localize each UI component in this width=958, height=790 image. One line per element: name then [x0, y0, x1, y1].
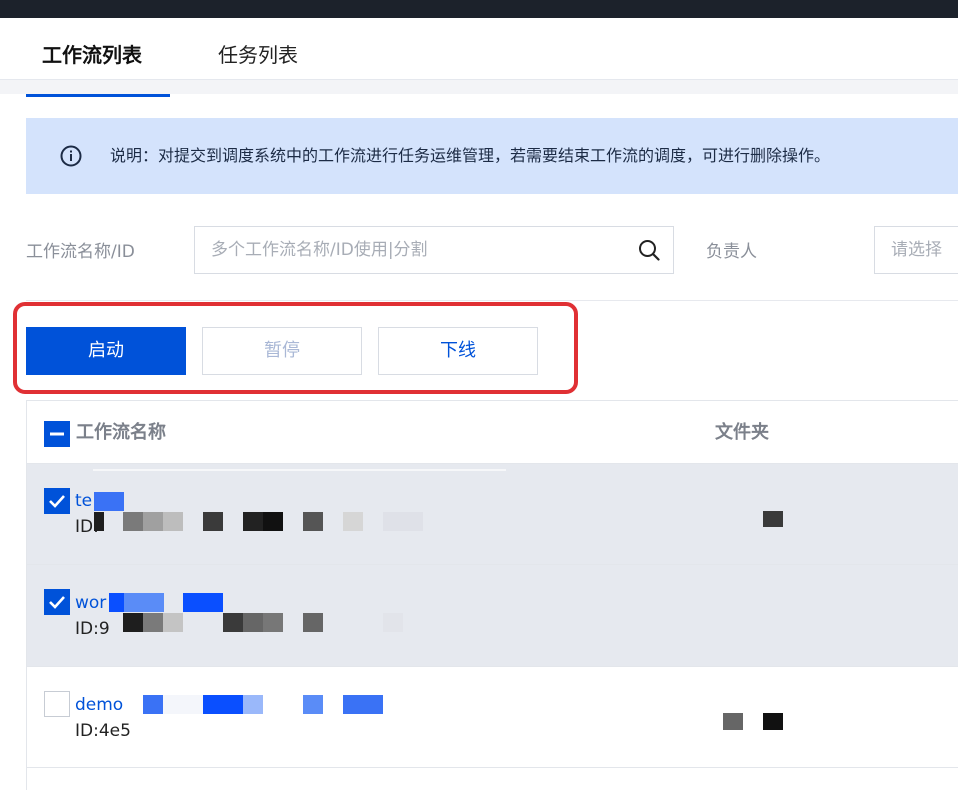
owner-filter-label: 负责人	[706, 242, 757, 262]
table-row[interactable]: demo ID:4e5	[27, 667, 958, 768]
indeterminate-icon	[50, 432, 64, 436]
workflow-id: ID:4e5	[75, 721, 131, 741]
row-checkbox[interactable]	[44, 488, 70, 514]
page-tabs: 工作流列表 任务列表	[0, 18, 958, 97]
tab-task-list[interactable]: 任务列表	[218, 18, 298, 80]
row-top-line	[93, 469, 506, 471]
table-row[interactable]: te ID:	[27, 464, 958, 565]
filter-divider	[26, 300, 958, 301]
notice-text: 说明：对提交到调度系统中的工作流进行任务运维管理，若需要结束工作流的调度，可进行…	[110, 146, 831, 165]
search-icon[interactable]	[637, 238, 661, 262]
column-header-folder: 文件夹	[715, 422, 769, 443]
owner-select[interactable]: 请选择	[874, 226, 958, 274]
table-row[interactable]: wor ID:9	[27, 565, 958, 667]
top-nav-bar	[0, 0, 958, 18]
check-icon	[49, 596, 65, 609]
owner-select-placeholder: 请选择	[891, 240, 942, 260]
active-tab-indicator	[26, 94, 170, 97]
info-notice: 说明：对提交到调度系统中的工作流进行任务运维管理，若需要结束工作流的调度，可进行…	[26, 118, 958, 194]
workflow-search-box	[194, 226, 674, 274]
tab-workflow-list[interactable]: 工作流列表	[42, 18, 142, 80]
workflow-name-link[interactable]: te	[75, 489, 92, 513]
table-header: 工作流名称 文件夹	[27, 401, 958, 464]
row-checkbox[interactable]	[44, 589, 70, 615]
info-circle-icon	[60, 145, 82, 167]
workflow-name-link[interactable]: demo	[75, 693, 123, 717]
workflow-table: 工作流名称 文件夹 te ID: wor ID:9 demo ID:4e5	[26, 400, 958, 790]
pause-button[interactable]: 暂停	[202, 327, 362, 375]
start-button[interactable]: 启动	[26, 327, 186, 375]
select-all-checkbox[interactable]	[44, 421, 70, 447]
offline-button[interactable]: 下线	[378, 327, 538, 375]
workflow-name-filter-label: 工作流名称/ID	[26, 242, 135, 262]
workflow-name-link[interactable]: wor	[75, 591, 106, 615]
workflow-id: ID:9	[75, 619, 110, 639]
row-checkbox[interactable]	[44, 691, 70, 717]
check-icon	[49, 495, 65, 508]
column-header-workflow-name: 工作流名称	[76, 422, 166, 443]
section-separator	[0, 80, 958, 94]
workflow-search-input[interactable]	[195, 227, 625, 273]
